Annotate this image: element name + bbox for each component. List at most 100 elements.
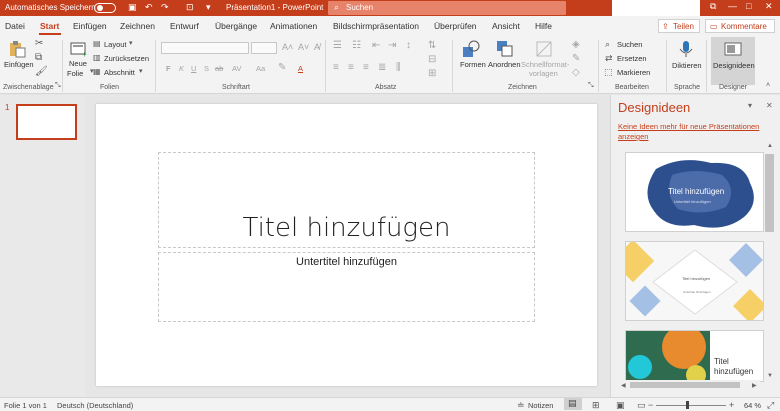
ribbon-display-icon[interactable]: ⧉ (710, 1, 716, 12)
slide-canvas[interactable]: Titel hinzufügen Untertitel hinzufügen (96, 104, 597, 386)
align-text-icon[interactable]: ⊟ (428, 54, 436, 65)
dialog-launcher-icon[interactable]: ⤡ (55, 82, 61, 90)
font-family-dropdown[interactable] (161, 42, 249, 54)
bullets-icon[interactable]: ☰ (333, 40, 342, 51)
clear-formatting-icon[interactable]: A̸ (314, 42, 320, 52)
horizontal-scrollbar-thumb[interactable] (630, 382, 740, 388)
fit-to-window-icon[interactable]: ⤢ (767, 400, 774, 411)
maximize-icon[interactable]: □ (746, 1, 751, 11)
comments-button[interactable]: ▭ Kommentare (705, 19, 775, 33)
tab-ueberpruefen[interactable]: Überprüfen (434, 21, 477, 31)
tab-start[interactable]: Start (40, 21, 59, 31)
language-indicator[interactable]: Deutsch (Deutschland) (57, 401, 133, 410)
minimize-icon[interactable]: — (728, 1, 737, 11)
shape-outline-icon[interactable]: ✎ (572, 53, 580, 64)
present-from-start-icon[interactable]: ⊡ (186, 2, 194, 13)
change-case-icon[interactable]: Aa (256, 64, 265, 73)
char-spacing-icon[interactable]: AV (232, 64, 241, 73)
design-ideas-label[interactable]: Designideen (713, 61, 755, 70)
save-icon[interactable]: ▣ (128, 2, 137, 13)
microphone-icon[interactable] (677, 40, 695, 58)
grow-font-icon[interactable]: A˄ (282, 42, 293, 52)
shapes-icon[interactable] (462, 40, 480, 58)
tab-ansicht[interactable]: Ansicht (492, 21, 520, 31)
line-spacing-icon[interactable]: ↕ (406, 40, 411, 51)
normal-view-button[interactable]: ▤ (564, 398, 582, 410)
autosave-toggle[interactable] (94, 3, 116, 13)
select-label[interactable]: Markieren (617, 68, 650, 77)
smartart-icon[interactable]: ⊞ (428, 68, 436, 79)
format-painter-icon[interactable]: 🖌 (35, 66, 48, 77)
notes-icon[interactable]: ≐ (517, 400, 525, 411)
bold-button[interactable]: F (166, 64, 171, 73)
justify-icon[interactable]: ≣ (378, 62, 386, 73)
decrease-indent-icon[interactable]: ⇤ (372, 40, 380, 51)
account-area[interactable] (612, 0, 700, 16)
close-icon[interactable]: ✕ (765, 1, 773, 12)
highlight-icon[interactable]: ✎ (278, 62, 286, 73)
zoom-out-icon[interactable]: − (648, 400, 653, 410)
paste-icon[interactable] (8, 40, 26, 58)
align-right-icon[interactable]: ≡ (363, 62, 369, 73)
dictate-label[interactable]: Diktieren (672, 61, 702, 70)
chevron-down-icon[interactable]: ▾ (129, 39, 133, 47)
underline-button[interactable]: U (191, 64, 196, 73)
zoom-slider-thumb[interactable] (686, 401, 689, 409)
collapse-ribbon-icon[interactable]: ˄ (766, 82, 770, 89)
increase-indent-icon[interactable]: ⇥ (388, 40, 396, 51)
zoom-in-icon[interactable]: + (729, 400, 734, 410)
quick-styles-label-2[interactable]: vorlagen (529, 69, 558, 78)
italic-button[interactable]: K (179, 64, 184, 73)
zoom-slider[interactable] (656, 405, 726, 406)
scroll-down-icon[interactable]: ▼ (767, 373, 773, 379)
shrink-font-icon[interactable]: A˅ (298, 42, 309, 52)
reset-label[interactable]: Zurücksetzen (104, 54, 149, 63)
redo-icon[interactable]: ↷ (161, 2, 169, 13)
new-slide-icon[interactable]: + (70, 40, 88, 58)
new-slide-label-1[interactable]: Neue (69, 59, 87, 68)
slideshow-icon[interactable]: ▭ (637, 400, 646, 411)
design-idea-card[interactable]: Titel hinzufügen Untertitel hinzufügen (625, 241, 764, 321)
new-slide-label-2[interactable]: Folie (67, 69, 83, 78)
shape-effects-icon[interactable]: ◇ (572, 67, 580, 78)
shadow-button[interactable]: S (204, 64, 209, 73)
cut-icon[interactable]: ✂ (35, 38, 43, 49)
columns-icon[interactable]: ⫼ (396, 62, 401, 73)
text-direction-icon[interactable]: ⇅ (428, 40, 436, 51)
scrollbar-thumb[interactable] (765, 154, 774, 232)
find-label[interactable]: Suchen (617, 40, 642, 49)
zoom-level[interactable]: 64 % (744, 401, 761, 410)
title-placeholder[interactable]: Titel hinzufügen (158, 152, 535, 248)
arrange-icon[interactable] (496, 40, 514, 58)
design-idea-card[interactable]: Titel hinzufügen (625, 330, 764, 382)
close-icon[interactable]: ✕ (766, 101, 773, 110)
quick-styles-icon[interactable] (535, 40, 553, 58)
align-center-icon[interactable]: ≡ (348, 62, 354, 73)
no-ideas-link[interactable]: Keine Ideen mehr für neue Präsentationen… (618, 122, 768, 142)
reading-view-icon[interactable]: ▣ (616, 400, 625, 411)
font-color-icon[interactable]: A (298, 64, 303, 73)
scroll-right-icon[interactable]: ▶ (752, 382, 757, 389)
numbering-icon[interactable]: ☷ (352, 40, 361, 51)
design-pane-scrollbar[interactable]: ▲ ▼ (764, 142, 776, 382)
tab-bildschirmpraesentation[interactable]: Bildschirmpräsentation (333, 21, 419, 31)
customize-toolbar-icon[interactable]: ▾ (206, 2, 211, 13)
tab-uebergaenge[interactable]: Übergänge (215, 21, 257, 31)
tab-einfuegen[interactable]: Einfügen (73, 21, 107, 31)
scroll-left-icon[interactable]: ◀ (621, 382, 626, 389)
chevron-down-icon[interactable]: ▾ (139, 67, 143, 75)
shapes-label[interactable]: Formen (460, 60, 486, 69)
slide-thumbnail[interactable] (16, 104, 77, 140)
layout-label[interactable]: Layout (104, 40, 127, 49)
tab-zeichnen[interactable]: Zeichnen (120, 21, 155, 31)
tab-hilfe[interactable]: Hilfe (535, 21, 552, 31)
design-ideas-icon[interactable] (724, 40, 742, 58)
scroll-up-icon[interactable]: ▲ (767, 143, 773, 149)
arrange-label[interactable]: Anordnen (488, 60, 521, 69)
notes-button[interactable]: Notizen (528, 401, 553, 410)
align-left-icon[interactable]: ≡ (333, 62, 339, 73)
tab-entwurf[interactable]: Entwurf (170, 21, 199, 31)
strikethrough-icon[interactable]: ab (215, 64, 223, 73)
font-size-dropdown[interactable] (251, 42, 277, 54)
replace-label[interactable]: Ersetzen (617, 54, 647, 63)
